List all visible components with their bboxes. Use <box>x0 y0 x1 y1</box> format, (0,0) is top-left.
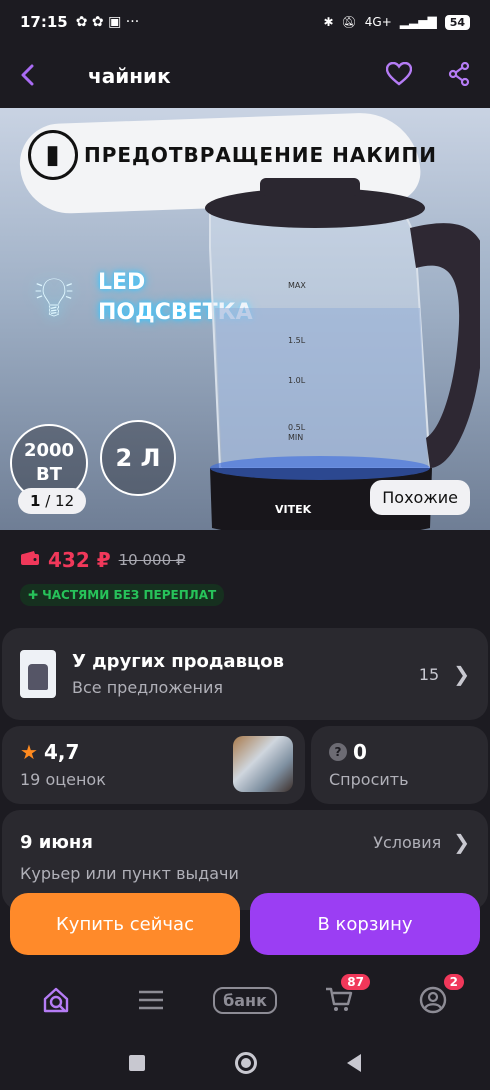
questions-count: 0 <box>353 740 367 764</box>
mark-max: MAX <box>288 281 306 290</box>
mark-1-5: 1.5L <box>288 336 306 345</box>
rating-value: 4,7 <box>43 740 80 764</box>
mark-min: MIN <box>288 433 303 442</box>
banner-text: ПРЕДОТВРАЩЕНИЕ НАКИПИ <box>84 143 437 167</box>
chevron-right-icon: ❯ <box>453 662 470 686</box>
price-block: 432 ₽ 10 000 ₽ ✚ ЧАСТЯМИ БЕЗ ПЕРЕПЛАТ <box>0 530 490 624</box>
profile-badge: 2 <box>443 974 464 990</box>
chevron-right-icon: ❯ <box>453 830 470 854</box>
share-icon[interactable] <box>448 61 470 90</box>
power-unit: ВТ <box>35 464 62 485</box>
buy-now-button[interactable]: Купить сейчас <box>10 893 240 955</box>
tab-search[interactable] <box>32 980 82 1020</box>
questions-card[interactable]: ? 0 Спросить <box>311 726 488 804</box>
battery-icon: 54 <box>444 14 470 30</box>
old-price: 10 000 ₽ <box>118 551 186 569</box>
signal-icon: ▂▃▅▇ <box>399 15 437 29</box>
rating-card[interactable]: ★ 4,7 19 оценок <box>2 726 305 804</box>
seller-thumbnail <box>20 650 56 698</box>
mark-1-0: 1.0L <box>288 376 306 385</box>
question-bubble-icon: ? <box>329 743 347 761</box>
mute-icon: 🔕︎ <box>341 15 357 29</box>
kettle-brand: VITEK <box>275 503 312 516</box>
ask-label: Спросить <box>329 770 409 789</box>
sellers-count: 15 <box>418 664 440 684</box>
cart-badge: 87 <box>341 974 370 990</box>
pager-total: / 12 <box>45 492 75 510</box>
profile-icon <box>419 986 447 1014</box>
sellers-subtitle: Все предложения <box>72 678 223 697</box>
menu-lines-icon <box>139 990 163 1010</box>
installments-badge[interactable]: ✚ ЧАСТЯМИ БЕЗ ПЕРЕПЛАТ <box>20 584 225 606</box>
star-icon: ★ <box>20 740 38 764</box>
delivery-terms-link[interactable]: Условия <box>373 833 441 852</box>
volume-badge: 2 Л <box>100 420 176 496</box>
sellers-title: У других продавцов <box>72 651 285 672</box>
app-bar: чайник <box>0 44 490 108</box>
favorite-heart-icon[interactable] <box>385 61 413 90</box>
current-price: 432 ₽ <box>48 548 111 572</box>
tab-bank[interactable]: банк <box>213 980 277 1020</box>
home-search-icon <box>43 987 69 1013</box>
review-photo[interactable] <box>233 736 293 792</box>
lightbulb-icon: 💡︎ <box>34 265 74 330</box>
wallet-icon <box>20 550 40 571</box>
cart-icon <box>326 987 353 1011</box>
home-circle-icon[interactable] <box>235 1051 257 1074</box>
installments-label: ЧАСТЯМИ БЕЗ ПЕРЕПЛАТ <box>42 588 217 602</box>
network-label: 4G+ <box>364 15 392 29</box>
bottom-tab-bar: банк 87 2 <box>0 965 490 1035</box>
bank-label: банк <box>213 986 277 1014</box>
back-arrow-icon[interactable] <box>20 60 70 93</box>
delivery-date: 9 июня <box>20 831 93 853</box>
mark-0-5: 0.5L <box>288 423 306 432</box>
status-time: 17:15 <box>20 13 68 31</box>
other-sellers-card[interactable]: У других продавцов Все предложения 15 ❯ <box>2 628 488 720</box>
power-value: 2000 <box>23 440 75 461</box>
scale-shield-icon: ▮ <box>28 130 78 180</box>
add-to-cart-button[interactable]: В корзину <box>250 893 480 955</box>
notification-icons: ✿ ✿ ▣ ··· <box>75 14 140 30</box>
page-title: чайник <box>88 64 171 88</box>
delivery-method: Курьер или пункт выдачи <box>20 864 239 883</box>
recents-square-icon[interactable] <box>129 1054 145 1071</box>
plus-cross-icon: ✚ <box>28 588 39 602</box>
back-triangle-icon[interactable] <box>347 1053 361 1072</box>
system-nav-bar <box>0 1035 490 1090</box>
status-bar: 17:15 ✿ ✿ ▣ ··· ✱ 🔕︎ 4G+ ▂▃▅▇ 54 <box>0 0 490 44</box>
pager-current: 1 <box>30 492 41 510</box>
bluetooth-icon: ✱ <box>323 15 334 29</box>
image-pager: 1 / 12 <box>18 488 87 514</box>
product-image-carousel[interactable]: ▮ ПРЕДОТВРАЩЕНИЕ НАКИПИ 💡︎ LED ПОДСВЕТКА… <box>0 108 490 530</box>
tab-catalog[interactable] <box>126 980 176 1020</box>
tab-cart[interactable]: 87 <box>314 974 370 1020</box>
similar-button[interactable]: Похожие <box>370 480 470 515</box>
kettle-image: VITEK MAX 1.5L 1.0L 0.5L MIN <box>205 178 480 530</box>
tab-profile[interactable]: 2 <box>408 974 464 1020</box>
